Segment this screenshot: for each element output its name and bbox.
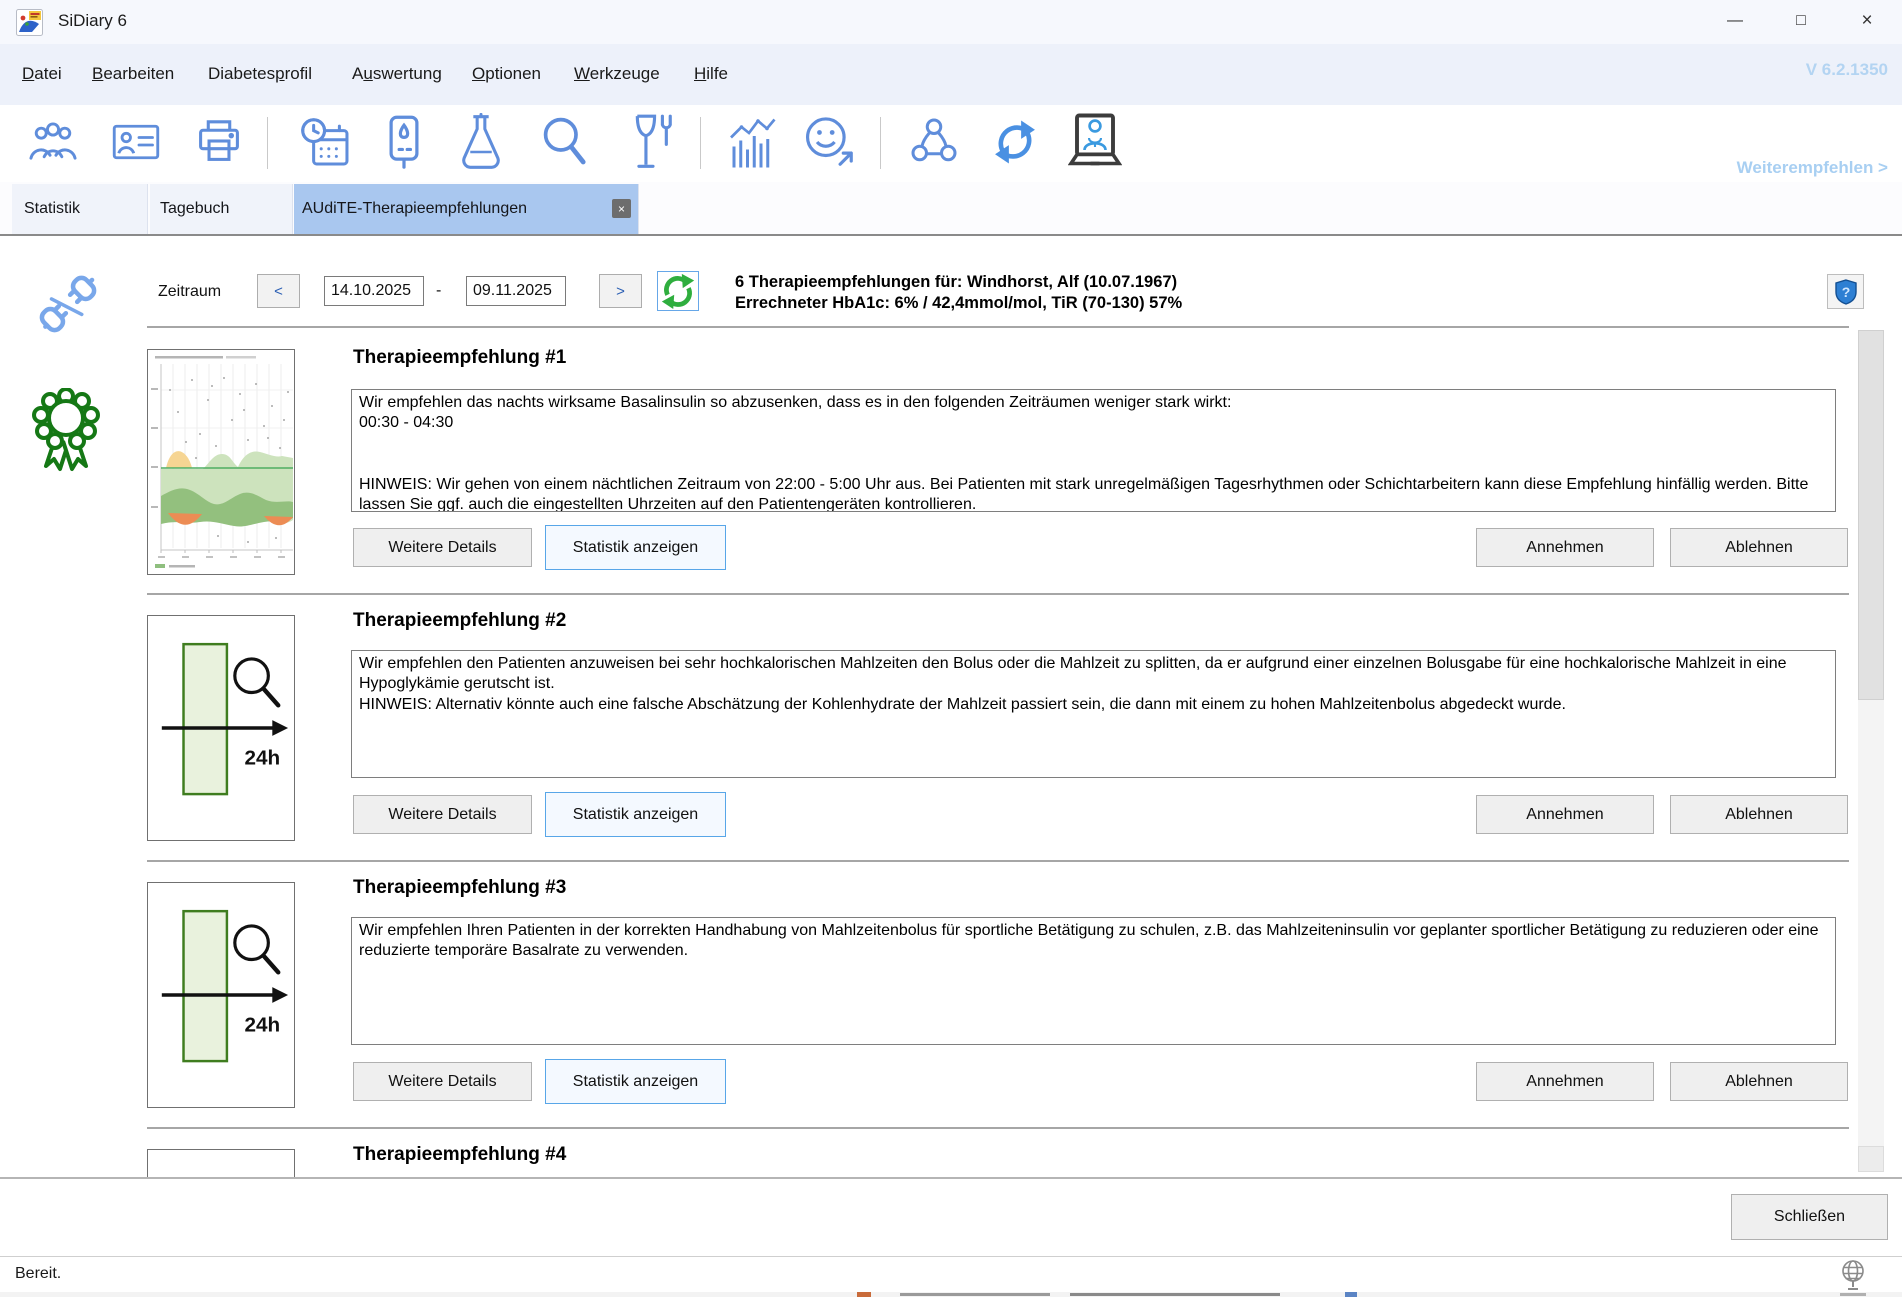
award-rosette-icon	[30, 388, 102, 477]
divider	[147, 1127, 1849, 1129]
tab-tagebuch[interactable]: Tagebuch	[150, 184, 293, 234]
recommendation-4-thumbnail[interactable]	[147, 1149, 295, 1177]
version-label: V 6.2.1350	[1806, 60, 1888, 80]
tab-bar: Statistik Tagebuch AUdiTE-Therapieempfeh…	[0, 182, 1902, 236]
background-window-edge	[0, 1292, 1902, 1297]
recommendation-2-text: Wir empfehlen den Patienten anzuweisen b…	[351, 650, 1836, 778]
schedule-clock-calendar-icon[interactable]	[300, 116, 350, 173]
tab-statistik[interactable]: Statistik	[12, 184, 148, 234]
thumbnail-24h-label: 24h	[245, 1014, 281, 1037]
close-button[interactable]: ×	[1838, 4, 1896, 38]
divider	[147, 860, 1849, 862]
sidiary-window: SiDiary 6 — □ × Datei Bearbeiten Diabete…	[0, 0, 1902, 1297]
help-shield-icon: ?	[1835, 279, 1857, 305]
tab-audite-therapieempfehlungen[interactable]: AUdiTE-Therapieempfehlungen	[294, 184, 639, 234]
recommendation-4-title: Therapieempfehlung #4	[353, 1144, 566, 1166]
status-bar: Bereit.	[0, 1256, 1902, 1293]
period-next-button[interactable]: >	[599, 274, 642, 308]
menu-optionen[interactable]: Optionen	[468, 62, 545, 92]
maximize-button[interactable]: □	[1772, 4, 1830, 38]
refresh-button[interactable]	[657, 271, 699, 311]
patients-group-icon[interactable]	[28, 115, 78, 174]
period-range-separator: -	[436, 282, 441, 300]
recommendation-3-thumbnail-24h[interactable]: 24h	[147, 882, 295, 1108]
period-to-input[interactable]	[466, 276, 566, 306]
app-icon	[16, 9, 43, 36]
lab-flask-icon[interactable]	[458, 113, 504, 176]
recommendation-1-reject-button[interactable]: Ablehnen	[1670, 528, 1848, 567]
menu-bearbeiten[interactable]: Bearbeiten	[88, 62, 178, 92]
thumbnail-24h-label: 24h	[245, 747, 281, 770]
period-from-input[interactable]	[324, 276, 424, 306]
content-bottom-divider	[0, 1177, 1902, 1179]
minimize-button[interactable]: —	[1706, 4, 1764, 38]
help-button[interactable]: ?	[1827, 274, 1864, 309]
recommendation-2-title: Therapieempfehlung #2	[353, 610, 566, 632]
status-text: Bereit.	[15, 1265, 61, 1283]
tab-close-icon[interactable]: ×	[612, 199, 631, 218]
recommendation-2-reject-button[interactable]: Ablehnen	[1670, 795, 1848, 834]
menu-hilfe[interactable]: Hilfe	[690, 62, 732, 92]
glucose-meter-icon[interactable]	[386, 114, 422, 177]
wellbeing-smiley-icon[interactable]	[802, 115, 856, 174]
recommendation-1-details-button[interactable]: Weitere Details	[353, 528, 532, 567]
recommendation-3-title: Therapieempfehlung #3	[353, 877, 566, 899]
recommendation-1-accept-button[interactable]: Annehmen	[1476, 528, 1654, 567]
recommendation-3-accept-button[interactable]: Annehmen	[1476, 1062, 1654, 1101]
meal-glass-fork-icon[interactable]	[634, 113, 672, 176]
recommendation-1-thumbnail-agp-chart[interactable]	[147, 349, 295, 575]
plugin-plug-icon	[37, 272, 99, 341]
toolbar-separator	[267, 117, 268, 169]
search-icon[interactable]	[540, 115, 588, 174]
recommendation-1-text: Wir empfehlen das nachts wirksame Basali…	[351, 389, 1836, 512]
recommend-link[interactable]: Weiterempfehlen >	[1737, 158, 1888, 178]
recommendation-2-thumbnail-24h[interactable]: 24h	[147, 615, 295, 841]
recommendation-1-statistics-button[interactable]: Statistik anzeigen	[545, 525, 726, 570]
menu-datei[interactable]: Datei	[18, 62, 66, 92]
telemedicine-laptop-icon[interactable]	[1068, 112, 1122, 175]
period-prev-button[interactable]: <	[257, 274, 300, 308]
menu-auswertung[interactable]: Auswertung	[348, 62, 446, 92]
patient-card-icon[interactable]	[112, 121, 160, 168]
title-bar: SiDiary 6 — □ ×	[0, 0, 1902, 44]
window-title: SiDiary 6	[58, 11, 127, 31]
patient-summary-line1: 6 Therapieempfehlungen für: Windhorst, A…	[735, 272, 1455, 293]
menu-werkzeuge[interactable]: Werkzeuge	[570, 62, 664, 92]
content-scrollbar-down-button[interactable]	[1858, 1146, 1884, 1172]
toolbar-separator	[880, 117, 881, 169]
recommendation-3-details-button[interactable]: Weitere Details	[353, 1062, 532, 1101]
recommendation-2-accept-button[interactable]: Annehmen	[1476, 795, 1654, 834]
divider	[147, 593, 1849, 595]
sync-icon[interactable]	[992, 114, 1038, 175]
globe-icon	[1838, 1259, 1868, 1296]
toolbar-separator	[700, 117, 701, 169]
period-label: Zeitraum	[158, 283, 221, 301]
close-dialog-button[interactable]: Schließen	[1731, 1194, 1888, 1240]
menu-diabetesprofil[interactable]: Diabetesprofil	[204, 62, 316, 92]
svg-text:?: ?	[1841, 284, 1850, 300]
recommendation-2-details-button[interactable]: Weitere Details	[353, 795, 532, 834]
recommendation-3-text: Wir empfehlen Ihren Patienten in der kor…	[351, 917, 1836, 1045]
patient-summary: 6 Therapieempfehlungen für: Windhorst, A…	[735, 272, 1455, 314]
print-icon[interactable]	[196, 117, 242, 170]
content-scrollbar-thumb[interactable]	[1858, 330, 1884, 700]
statistics-chart-icon[interactable]	[728, 116, 776, 173]
recommendation-1-title: Therapieempfehlung #1	[353, 347, 566, 369]
menu-bar: Datei Bearbeiten Diabetesprofil Auswertu…	[0, 44, 1902, 105]
recommendation-3-statistics-button[interactable]: Statistik anzeigen	[545, 1059, 726, 1104]
divider	[147, 326, 1849, 328]
recommendation-2-statistics-button[interactable]: Statistik anzeigen	[545, 792, 726, 837]
share-icon[interactable]	[910, 116, 958, 171]
toolbar: Weiterempfehlen >	[0, 105, 1902, 182]
patient-summary-line2: Errechneter HbA1c: 6% / 42,4mmol/mol, Ti…	[735, 293, 1455, 314]
recommendation-3-reject-button[interactable]: Ablehnen	[1670, 1062, 1848, 1101]
